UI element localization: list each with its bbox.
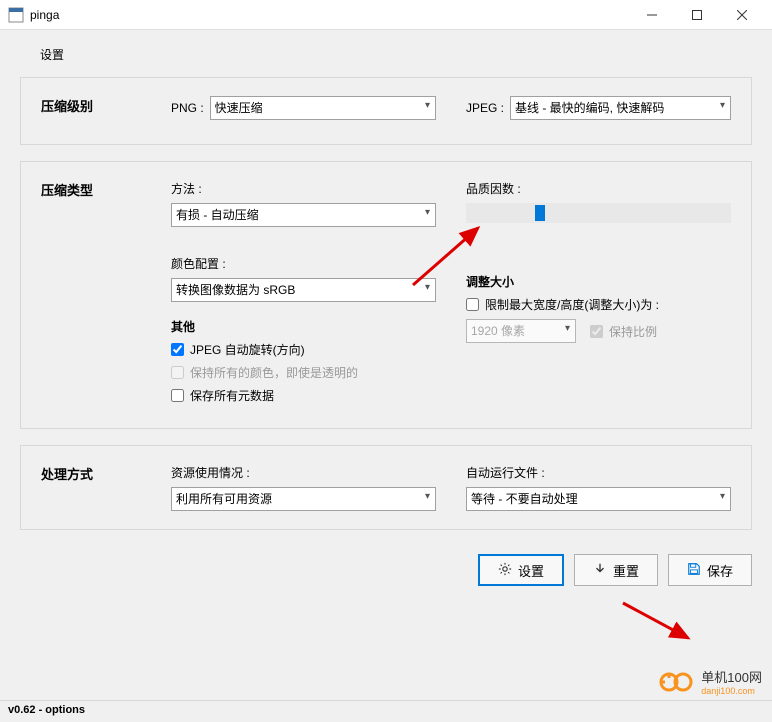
method-select[interactable]: 有损 - 自动压缩 <box>171 203 436 227</box>
watermark-url: danji100.com <box>701 686 762 696</box>
minimize-button[interactable] <box>629 0 674 30</box>
close-button[interactable] <box>719 0 764 30</box>
maximize-button[interactable] <box>674 0 719 30</box>
settings-button[interactable]: 设置 <box>478 554 564 586</box>
quality-slider-thumb[interactable] <box>535 205 545 221</box>
quality-label: 品质因数 : <box>466 180 731 197</box>
status-bar: v0.62 - options <box>0 700 772 722</box>
compression-level-heading: 压缩级别 <box>41 96 171 126</box>
watermark-name: 单机100网 <box>701 667 762 686</box>
resource-select[interactable]: 利用所有可用资源 <box>171 487 436 511</box>
watermark-logo-icon <box>659 670 695 694</box>
watermark: 单机100网 danji100.com <box>659 667 762 696</box>
auto-select[interactable]: 等待 - 不要自动处理 <box>466 487 731 511</box>
resize-heading: 调整大小 <box>466 273 731 290</box>
panel-processing: 处理方式 资源使用情况 : 利用所有可用资源 自动运行文件 : 等待 - 不要自… <box>20 445 752 530</box>
down-arrow-icon <box>593 562 607 579</box>
compression-type-heading: 压缩类型 <box>41 180 171 410</box>
window-title: pinga <box>30 8 629 22</box>
keep-ratio-checkbox: 保持比例 <box>590 323 657 340</box>
gear-icon <box>498 562 512 579</box>
limit-max-checkbox[interactable]: 限制最大宽度/高度(调整大小)为 : <box>466 296 731 313</box>
panel-compression-type: 压缩类型 方法 : 有损 - 自动压缩 颜色配置 : 转换图像数据为 sRGB … <box>20 161 752 429</box>
jpeg-autorotate-checkbox[interactable]: JPEG 自动旋转(方向) <box>171 341 436 358</box>
page-title: 设置 <box>40 46 752 63</box>
titlebar: pinga <box>0 0 772 30</box>
png-select[interactable]: 快速压缩 <box>210 96 436 120</box>
other-heading: 其他 <box>171 318 436 335</box>
pixels-select[interactable]: 1920 像素 <box>466 319 576 343</box>
png-label: PNG : <box>171 101 204 115</box>
app-icon <box>8 7 24 23</box>
jpeg-select[interactable]: 基线 - 最快的编码, 快速解码 <box>510 96 731 120</box>
quality-slider[interactable] <box>466 203 731 223</box>
color-label: 颜色配置 : <box>171 255 436 272</box>
method-label: 方法 : <box>171 180 436 197</box>
save-icon <box>687 562 701 579</box>
save-button[interactable]: 保存 <box>668 554 752 586</box>
preserve-colors-checkbox: 保持所有的颜色，即使是透明的 <box>171 364 436 381</box>
jpeg-label: JPEG : <box>466 101 504 115</box>
resource-label: 资源使用情况 : <box>171 464 436 481</box>
panel-compression-level: 压缩级别 PNG : 快速压缩 JPEG : 基线 - 最快的编码, 快速解码 <box>20 77 752 145</box>
processing-heading: 处理方式 <box>41 464 171 511</box>
reset-button[interactable]: 重置 <box>574 554 658 586</box>
auto-label: 自动运行文件 : <box>466 464 731 481</box>
footer-buttons: 设置 重置 保存 <box>0 546 772 602</box>
color-select[interactable]: 转换图像数据为 sRGB <box>171 278 436 302</box>
preserve-metadata-checkbox[interactable]: 保存所有元数据 <box>171 387 436 404</box>
annotation-arrow-icon <box>618 598 698 648</box>
